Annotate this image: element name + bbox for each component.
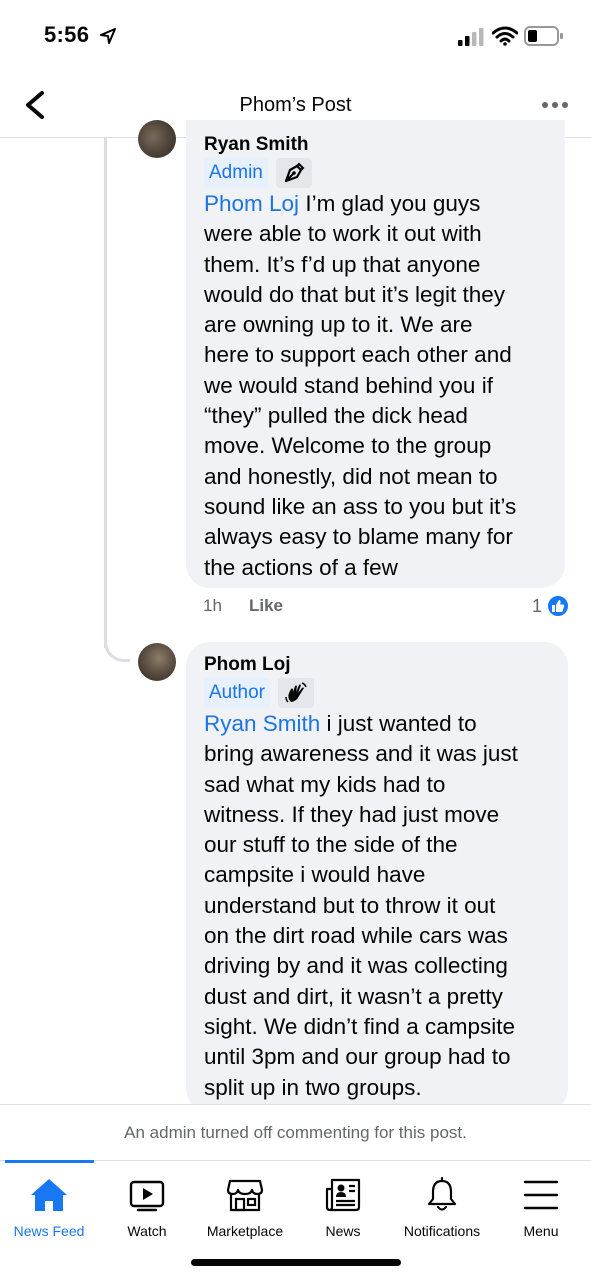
bell-icon — [427, 1177, 457, 1211]
page-title: Phom’s Post — [239, 94, 352, 116]
reaction-count: 1 — [532, 595, 543, 616]
wifi-icon — [492, 26, 518, 46]
tab-news-feed[interactable]: News Feed — [0, 1161, 98, 1241]
tab-label: News — [325, 1223, 361, 1239]
reaction-summary[interactable]: 1 — [532, 594, 571, 618]
status-time: 5:56 — [44, 22, 90, 47]
tab-label: News Feed — [13, 1223, 85, 1239]
thread-connector — [104, 620, 130, 662]
news-icon — [325, 1178, 361, 1212]
thread-line — [104, 138, 107, 648]
comment-body: I’m glad you guys were able to work it o… — [204, 191, 517, 580]
mention-link[interactable]: Ryan Smith — [204, 711, 320, 736]
cellular-signal-icon — [458, 28, 484, 46]
pen-nib-icon — [275, 158, 312, 188]
comment-time: 1h — [203, 596, 222, 615]
home-icon — [31, 1179, 67, 1211]
tab-label: Notifications — [403, 1223, 481, 1239]
battery-icon — [524, 26, 563, 46]
like-button[interactable]: Like — [249, 596, 283, 616]
comment-body: i just wanted to bring awareness and it … — [204, 711, 518, 1100]
tab-label: Menu — [523, 1223, 559, 1239]
thumbs-up-icon — [546, 594, 571, 618]
more-options-icon[interactable] — [541, 100, 569, 110]
badge-row: Admin — [204, 158, 312, 188]
tab-watch[interactable]: Watch — [98, 1161, 196, 1241]
comment-bubble: Phom Loj Author Ryan Smith i just wanted… — [186, 642, 568, 1112]
comment-text: Ryan Smith i just wanted to bring awaren… — [204, 709, 518, 1103]
badge-row: Author — [204, 678, 314, 708]
avatar[interactable] — [138, 120, 176, 158]
watch-icon — [129, 1180, 165, 1212]
tab-menu[interactable]: Menu — [492, 1161, 590, 1241]
comment-bubble: Ryan Smith Admin Phom Loj I’m glad you g… — [186, 120, 565, 588]
role-badge: Author — [204, 678, 270, 708]
comment-author[interactable]: Ryan Smith — [204, 134, 309, 156]
tab-news[interactable]: News — [294, 1161, 392, 1241]
location-arrow-icon — [100, 28, 116, 44]
tab-notifications[interactable]: Notifications — [393, 1161, 491, 1241]
menu-icon — [523, 1180, 559, 1210]
waving-hand-icon — [277, 678, 314, 708]
role-badge: Admin — [204, 158, 268, 188]
mention-link[interactable]: Phom Loj — [204, 191, 299, 216]
comment-author[interactable]: Phom Loj — [204, 654, 291, 676]
commenting-disabled-notice: An admin turned off commenting for this … — [0, 1104, 591, 1160]
comment-text: Phom Loj I’m glad you guys were able to … — [204, 189, 516, 583]
home-indicator[interactable] — [191, 1259, 401, 1266]
marketplace-icon — [226, 1179, 264, 1212]
tab-label: Watch — [127, 1223, 167, 1239]
tab-label: Marketplace — [206, 1223, 284, 1239]
status-bar: 5:56 — [0, 0, 591, 74]
avatar[interactable] — [138, 643, 176, 681]
tab-marketplace[interactable]: Marketplace — [196, 1161, 294, 1241]
